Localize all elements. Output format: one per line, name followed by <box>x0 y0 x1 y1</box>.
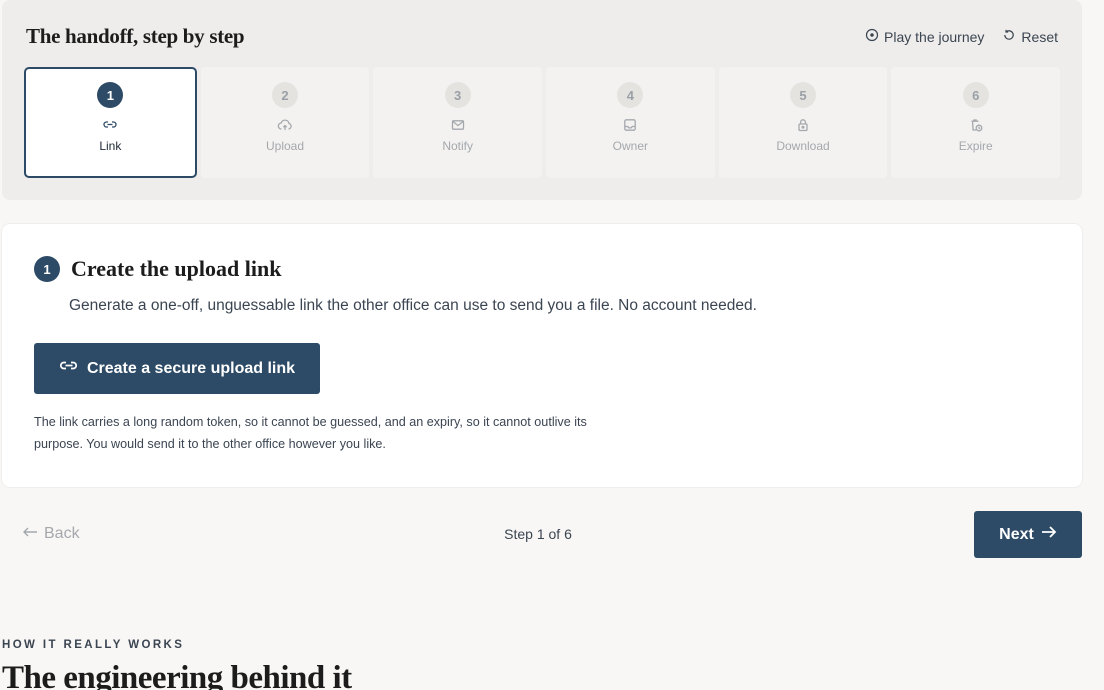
reset-button[interactable]: Reset <box>1002 28 1058 45</box>
trash-clock-icon <box>968 117 984 133</box>
step-number: 3 <box>444 82 471 108</box>
next-label: Next <box>999 525 1034 543</box>
step-label: Download <box>776 139 830 153</box>
card-step-number: 1 <box>34 256 60 282</box>
link-icon <box>102 117 118 133</box>
create-upload-link-label: Create a secure upload link <box>86 359 296 377</box>
step-counter: Step 1 of 6 <box>504 526 572 542</box>
step-number: 4 <box>617 82 644 108</box>
play-journey-button[interactable]: Play the journey <box>865 28 984 45</box>
stepper-title: The handoff, step by step <box>26 24 245 48</box>
step-tab-notify[interactable]: 3 Notify <box>373 67 543 178</box>
section-title: The engineering behind it <box>2 660 352 690</box>
card-title: Create the upload link <box>71 256 282 281</box>
step-label: Expire <box>958 139 993 153</box>
play-circle-icon <box>865 28 879 45</box>
lock-icon <box>795 117 811 133</box>
step-tab-upload[interactable]: 2 Upload <box>200 67 370 178</box>
inbox-icon <box>622 117 638 133</box>
reset-icon <box>1002 28 1016 45</box>
create-upload-link-button[interactable]: Create a secure upload link <box>34 343 320 394</box>
step-label: Upload <box>265 139 305 153</box>
mail-icon <box>450 117 466 133</box>
card-header: 1 Create the upload link <box>34 256 281 282</box>
step-tab-link[interactable]: 1 Link <box>24 67 197 178</box>
cloud-upload-icon <box>277 117 293 133</box>
next-button[interactable]: Next <box>974 511 1082 558</box>
arrow-right-icon <box>1041 525 1057 544</box>
step-list: 1 Link 2 Upload 3 Notify 4 Owner 5 Downl… <box>24 67 1061 178</box>
card-description: Generate a one-off, unguessable link the… <box>69 297 757 314</box>
card-note: The link carries a long random token, so… <box>34 415 587 451</box>
step-detail-card: 1 Create the upload link Generate a one-… <box>2 224 1082 487</box>
stepper-actions: Play the journey Reset <box>865 28 1058 45</box>
link-icon <box>59 358 79 379</box>
step-label: Link <box>99 139 122 153</box>
step-tab-owner[interactable]: 4 Owner <box>546 67 715 178</box>
step-tab-expire[interactable]: 6 Expire <box>891 67 1061 178</box>
step-number: 6 <box>962 82 989 108</box>
section-eyebrow: HOW IT REALLY WORKS <box>2 639 185 651</box>
step-number: 5 <box>790 82 817 108</box>
step-number: 1 <box>97 82 124 108</box>
step-label: Notify <box>442 139 474 153</box>
reset-label: Reset <box>1021 28 1058 45</box>
step-tab-download[interactable]: 5 Download <box>718 67 888 178</box>
play-journey-label: Play the journey <box>884 28 985 45</box>
step-label: Owner <box>612 139 649 153</box>
step-number: 2 <box>272 82 298 108</box>
stepper-panel: The handoff, step by step Play the journ… <box>2 0 1082 200</box>
